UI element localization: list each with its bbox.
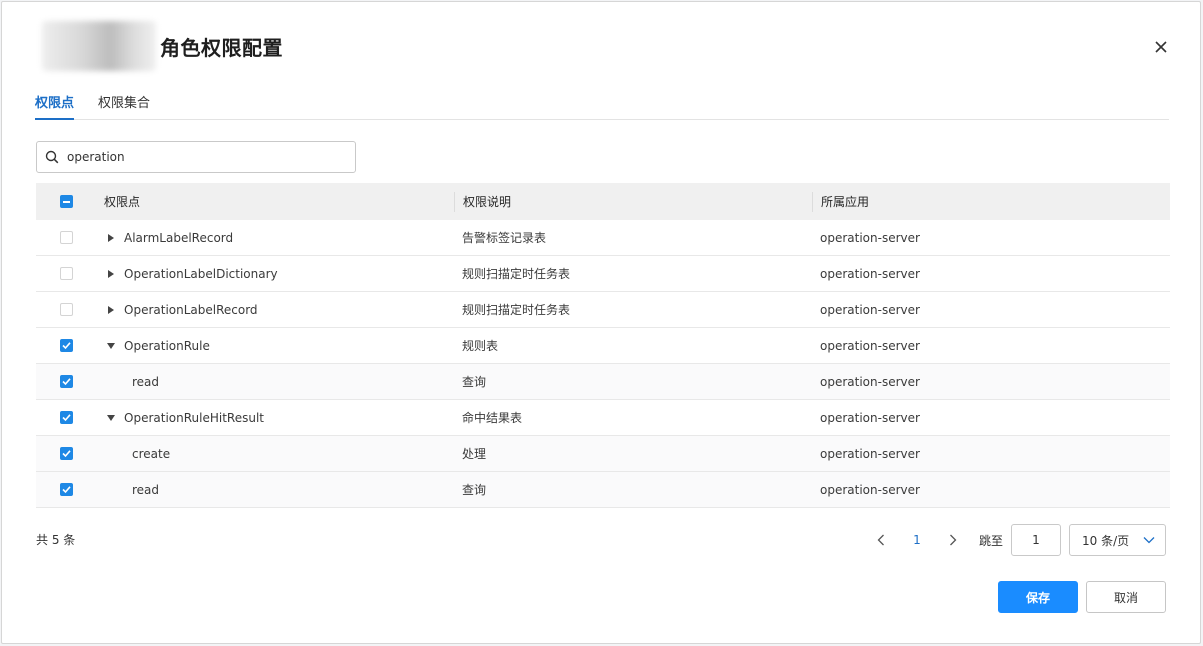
- chevron-left-icon: [877, 534, 884, 546]
- table-row: AlarmLabelRecord 告警标签记录表 operation-serve…: [36, 220, 1170, 256]
- row-app: operation-server: [820, 446, 920, 461]
- row-name: OperationRule: [124, 338, 210, 353]
- check-icon: [61, 342, 71, 350]
- table-row: OperationRuleHitResult 命中结果表 operation-s…: [36, 400, 1170, 436]
- table-row: OperationLabelDictionary 规则扫描定时任务表 opera…: [36, 256, 1170, 292]
- close-icon: [1155, 41, 1167, 53]
- table-row: OperationRule 规则表 operation-server: [36, 328, 1170, 364]
- row-checkbox[interactable]: [59, 267, 73, 280]
- dialog-title: 角色权限配置: [160, 35, 283, 60]
- cancel-button[interactable]: 取消: [1086, 581, 1166, 613]
- row-name: OperationLabelDictionary: [124, 266, 278, 281]
- column-header-app: 所属应用: [812, 191, 1170, 212]
- row-checkbox[interactable]: [59, 483, 73, 496]
- search-input[interactable]: [67, 150, 327, 164]
- row-app: operation-server: [820, 230, 920, 245]
- save-button[interactable]: 保存: [998, 581, 1078, 613]
- row-name: read: [132, 482, 160, 497]
- expand-toggle[interactable]: [104, 339, 118, 353]
- row-name: read: [132, 374, 160, 389]
- jump-label: 跳至: [978, 533, 1003, 548]
- column-header-desc: 权限说明: [454, 191, 812, 212]
- row-app: operation-server: [820, 410, 920, 425]
- chevron-right-icon: [950, 534, 957, 546]
- prev-page-button[interactable]: [863, 524, 899, 556]
- row-desc: 查询: [462, 375, 487, 389]
- row-checkbox[interactable]: [59, 231, 73, 244]
- caret-right-icon: [108, 305, 114, 314]
- row-desc: 处理: [462, 447, 487, 461]
- select-all-checkbox[interactable]: [59, 195, 73, 208]
- expand-toggle[interactable]: [104, 231, 118, 245]
- check-icon: [61, 486, 71, 494]
- table-row: read 查询 operation-server: [36, 472, 1170, 508]
- row-checkbox[interactable]: [59, 303, 73, 316]
- caret-down-icon: [107, 342, 115, 349]
- row-app: operation-server: [820, 266, 920, 281]
- tab-bar: 权限点 权限集合: [35, 86, 1169, 120]
- row-desc: 规则表: [462, 339, 499, 353]
- jump-page-input[interactable]: [1011, 524, 1061, 556]
- chevron-down-icon: [1143, 537, 1155, 544]
- permission-table: 权限点 权限说明 所属应用 AlarmLabelRecord 告警标签记录表 o…: [36, 183, 1170, 508]
- pagination: 1 跳至 10 条/页: [863, 524, 1166, 556]
- row-name: OperationLabelRecord: [124, 302, 258, 317]
- row-name: AlarmLabelRecord: [124, 230, 234, 245]
- tab-permission-points[interactable]: 权限点: [35, 86, 75, 120]
- row-name: create: [132, 446, 171, 461]
- blurred-role-name: [42, 21, 156, 71]
- row-app: operation-server: [820, 374, 920, 389]
- search-box: [36, 141, 356, 173]
- row-checkbox[interactable]: [59, 339, 73, 352]
- row-desc: 命中结果表: [462, 411, 523, 425]
- page-number[interactable]: 1: [899, 524, 935, 556]
- row-checkbox[interactable]: [59, 447, 73, 460]
- row-app: operation-server: [820, 302, 920, 317]
- column-header-name: 权限点: [104, 195, 141, 209]
- row-checkbox[interactable]: [59, 411, 73, 424]
- expand-toggle[interactable]: [104, 411, 118, 425]
- next-page-button[interactable]: [935, 524, 971, 556]
- row-app: operation-server: [820, 338, 920, 353]
- search-icon: [45, 150, 59, 164]
- tab-permission-sets[interactable]: 权限集合: [98, 86, 150, 119]
- close-button[interactable]: [1152, 38, 1170, 56]
- row-name: OperationRuleHitResult: [124, 410, 264, 425]
- row-desc: 告警标签记录表: [462, 231, 547, 245]
- row-desc: 规则扫描定时任务表: [462, 267, 571, 281]
- row-checkbox[interactable]: [59, 375, 73, 388]
- table-row: OperationLabelRecord 规则扫描定时任务表 operation…: [36, 292, 1170, 328]
- expand-toggle[interactable]: [104, 303, 118, 317]
- check-icon: [61, 414, 71, 422]
- table-header-row: 权限点 权限说明 所属应用: [36, 183, 1170, 220]
- table-row: read 查询 operation-server: [36, 364, 1170, 400]
- row-app: operation-server: [820, 482, 920, 497]
- total-count: 共 5 条: [36, 533, 76, 547]
- page-size-select[interactable]: 10 条/页: [1069, 524, 1166, 556]
- check-icon: [61, 378, 71, 386]
- caret-right-icon: [108, 269, 114, 278]
- expand-toggle[interactable]: [104, 267, 118, 281]
- caret-right-icon: [108, 233, 114, 242]
- dialog-footer: 保存 取消: [998, 581, 1166, 613]
- page-size-value: 10 条/页: [1082, 533, 1130, 548]
- table-row: create 处理 operation-server: [36, 436, 1170, 472]
- row-desc: 查询: [462, 483, 487, 497]
- caret-down-icon: [107, 414, 115, 421]
- check-icon: [61, 450, 71, 458]
- role-permission-dialog: 角色权限配置 权限点 权限集合 权限点 权限说明 所属应用: [1, 1, 1201, 644]
- dialog-header: 角色权限配置: [42, 20, 283, 72]
- row-desc: 规则扫描定时任务表: [462, 303, 571, 317]
